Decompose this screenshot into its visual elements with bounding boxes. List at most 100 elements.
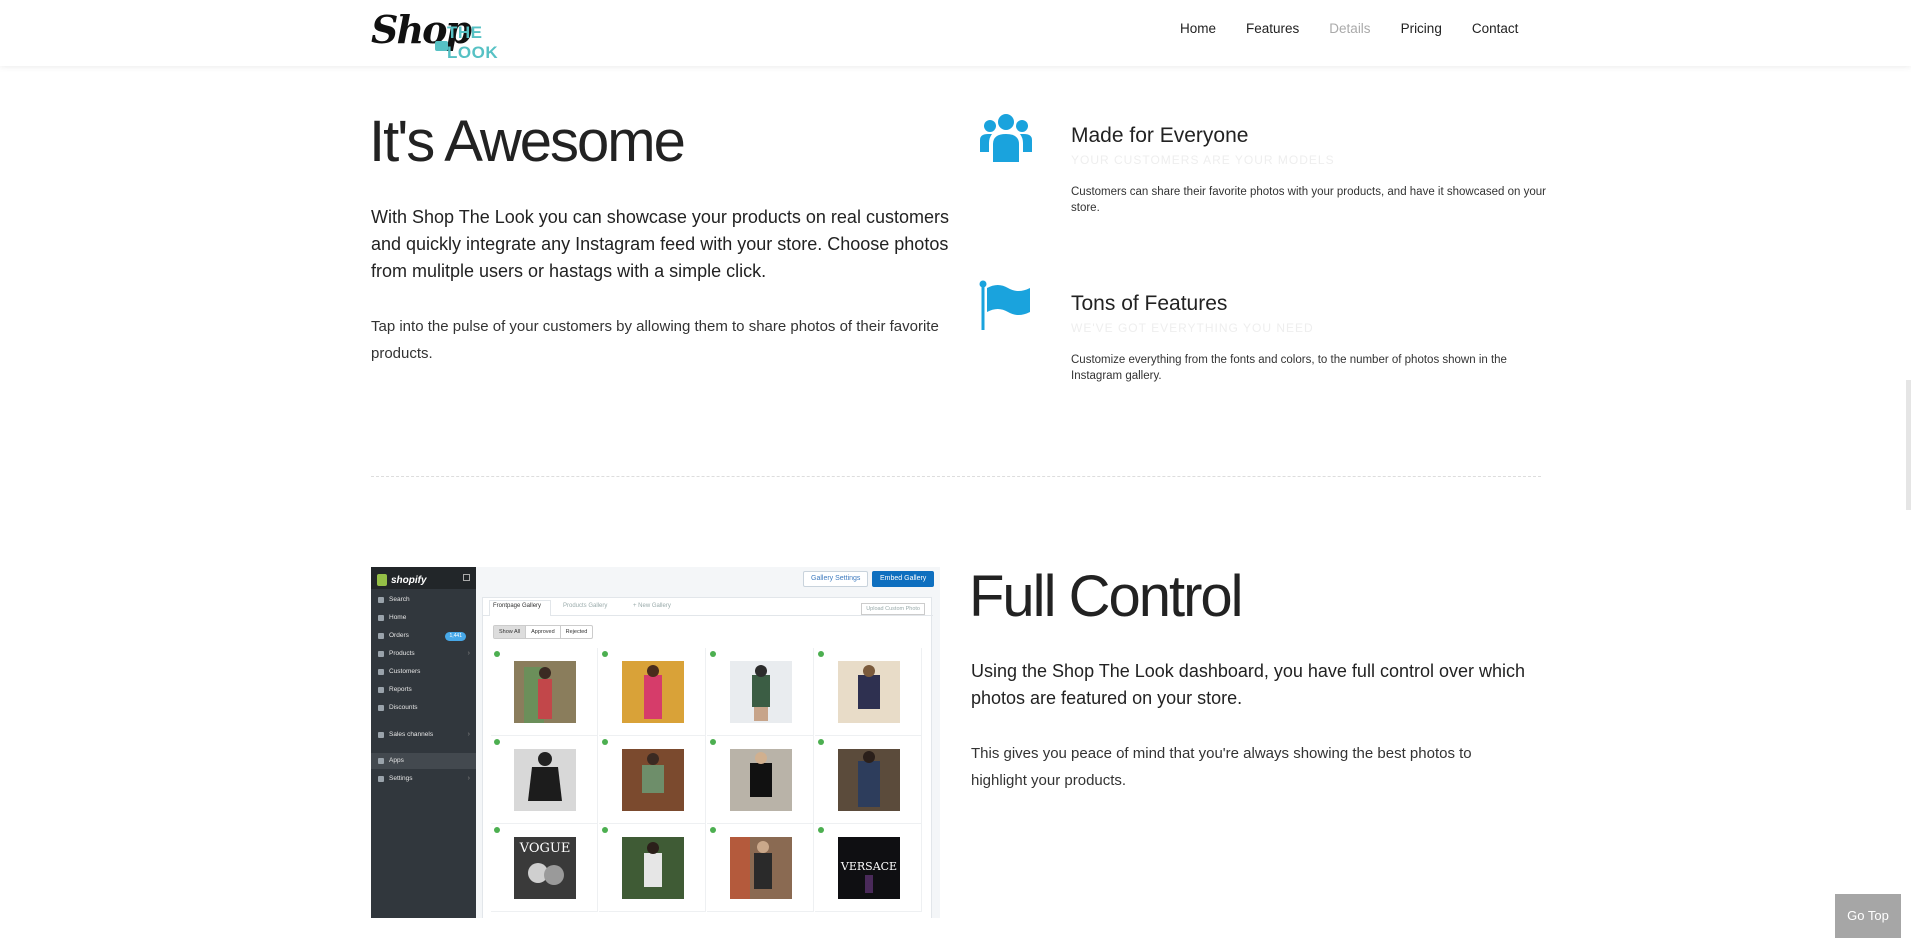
- full-control-heading: Full Control: [969, 564, 1244, 629]
- gear-icon: [378, 776, 384, 782]
- nav-pricing[interactable]: Pricing: [1401, 21, 1442, 36]
- sidebar-item-reports: Reports: [371, 682, 476, 698]
- full-control-sub: This gives you peace of mind that you're…: [971, 745, 1472, 789]
- scrollbar-thumb[interactable]: [1906, 380, 1911, 510]
- nav-features[interactable]: Features: [1246, 21, 1299, 36]
- filter-approved: Approved: [526, 626, 561, 638]
- photo-cell: [815, 736, 922, 824]
- logo-the-look-text: THE LOOK: [447, 23, 499, 62]
- chevron-right-icon: ›: [467, 731, 470, 738]
- sidebar-item-search: Search: [371, 592, 476, 608]
- photo-filters: Show All Approved Rejected: [493, 625, 594, 639]
- check-icon: [602, 651, 608, 657]
- chevron-right-icon: ›: [467, 775, 470, 782]
- shopify-sidebar: shopify Search Home Orders 1,441 Products…: [371, 567, 476, 918]
- shopify-logo: shopify: [377, 571, 427, 589]
- customers-icon: [378, 669, 384, 675]
- gallery-settings-button: Gallery Settings: [803, 571, 869, 587]
- awesome-lead: With Shop The Look you can showcase your…: [371, 207, 949, 281]
- versace-text: VERSACE: [840, 860, 897, 873]
- sidebar-item-apps: Apps: [371, 753, 476, 769]
- users-icon: [980, 114, 1032, 162]
- check-icon: [818, 739, 824, 745]
- photo-thumbnail: [838, 749, 900, 811]
- photo-cell: [707, 824, 814, 912]
- sidebar-item-label: Customers: [389, 668, 421, 675]
- photo-thumbnail: VOGUE: [514, 837, 576, 899]
- photo-thumbnail: [514, 661, 576, 723]
- orders-badge: 1,441: [445, 632, 466, 641]
- nav-details[interactable]: Details: [1329, 21, 1370, 36]
- feature-text: Customers can share their favorite photo…: [1071, 186, 1546, 214]
- dashboard-main: Gallery Settings Embed Gallery Frontpage…: [476, 567, 940, 918]
- go-top-button[interactable]: Go Top: [1835, 894, 1901, 938]
- embed-gallery-button: Embed Gallery: [872, 571, 935, 587]
- sidebar-item-label: Search: [389, 596, 410, 603]
- sidebar-item-label: Orders: [389, 632, 409, 639]
- photo-thumbnail: [730, 661, 792, 723]
- filter-rejected: Rejected: [565, 629, 588, 635]
- channels-icon: [378, 732, 384, 738]
- sidebar-item-label: Apps: [389, 757, 404, 764]
- photo-cell: [707, 648, 814, 736]
- dashboard-screenshot: shopify Search Home Orders 1,441 Products…: [371, 567, 940, 918]
- photo-cell: VERSACE: [815, 824, 922, 912]
- sidebar-item-label: Discounts: [389, 704, 418, 711]
- awesome-heading: It's Awesome: [369, 109, 686, 174]
- shopify-brand-text: shopify: [391, 574, 427, 586]
- sidebar-item-label: Reports: [389, 686, 412, 693]
- photo-thumbnail: VERSACE: [838, 837, 900, 899]
- shopify-bag-icon: [377, 574, 387, 586]
- reports-icon: [378, 687, 384, 693]
- photo-thumbnail: [514, 749, 576, 811]
- section-divider: [371, 476, 1541, 477]
- photo-cell: [707, 736, 814, 824]
- check-icon: [818, 827, 824, 833]
- check-icon: [710, 651, 716, 657]
- apps-icon: [378, 758, 384, 764]
- feature-tons-of-features: Tons of Features We've got everything yo…: [978, 278, 1548, 398]
- feature-made-for-everyone: Made for Everyone Your customers are you…: [978, 110, 1548, 230]
- sidebar-item-sales-channels: Sales channels ›: [371, 727, 476, 743]
- sidebar-item-settings: Settings ›: [371, 771, 476, 787]
- filter-show-all: Show All: [494, 626, 527, 638]
- check-icon: [494, 739, 500, 745]
- sidebar-item-discounts: Discounts: [371, 700, 476, 716]
- sidebar-item-label: Home: [389, 614, 407, 621]
- photo-thumbnail: [838, 661, 900, 723]
- discounts-icon: [378, 705, 384, 711]
- main-nav: Home Features Details Pricing Contact: [1180, 21, 1548, 36]
- photo-cell: [815, 648, 922, 736]
- feature-tagline: Your customers are your models: [1071, 153, 1335, 167]
- sidebar-item-home: Home: [371, 610, 476, 626]
- photo-cell: [491, 648, 598, 736]
- upload-custom-photo-button: Upload Custom Photo: [861, 603, 925, 615]
- vogue-text: VOGUE: [519, 841, 571, 856]
- check-icon: [710, 827, 716, 833]
- photo-cell: [599, 648, 706, 736]
- site-header: Shop THE LOOK Home Features Details Pric…: [0, 0, 1911, 66]
- full-control-lead: Using the Shop The Look dashboard, you h…: [971, 661, 1526, 708]
- photo-thumbnail: [622, 661, 684, 723]
- tab-new-gallery: + New Gallery: [633, 603, 671, 609]
- orders-icon: [378, 633, 384, 639]
- check-icon: [494, 651, 500, 657]
- nav-home[interactable]: Home: [1180, 21, 1216, 36]
- tab-products-gallery: Products Gallery: [563, 603, 608, 609]
- sidebar-item-orders: Orders 1,441: [371, 628, 476, 644]
- check-icon: [494, 827, 500, 833]
- sidebar-item-label: Sales channels: [389, 731, 434, 738]
- check-icon: [818, 651, 824, 657]
- flag-icon: [979, 280, 1030, 330]
- feature-text: Customize everything from the fonts and …: [1071, 354, 1507, 382]
- nav-contact[interactable]: Contact: [1472, 21, 1519, 36]
- photo-cell: [491, 736, 598, 824]
- feature-title: Made for Everyone: [1071, 124, 1249, 147]
- photo-cell: [599, 736, 706, 824]
- site-logo[interactable]: Shop THE LOOK: [371, 7, 521, 62]
- photo-cell: [599, 824, 706, 912]
- photo-cell: VOGUE: [491, 824, 598, 912]
- gallery-tabs: Frontpage Gallery Products Gallery + New…: [483, 598, 933, 616]
- gallery-card: Frontpage Gallery Products Gallery + New…: [482, 597, 933, 918]
- feature-title: Tons of Features: [1071, 292, 1228, 315]
